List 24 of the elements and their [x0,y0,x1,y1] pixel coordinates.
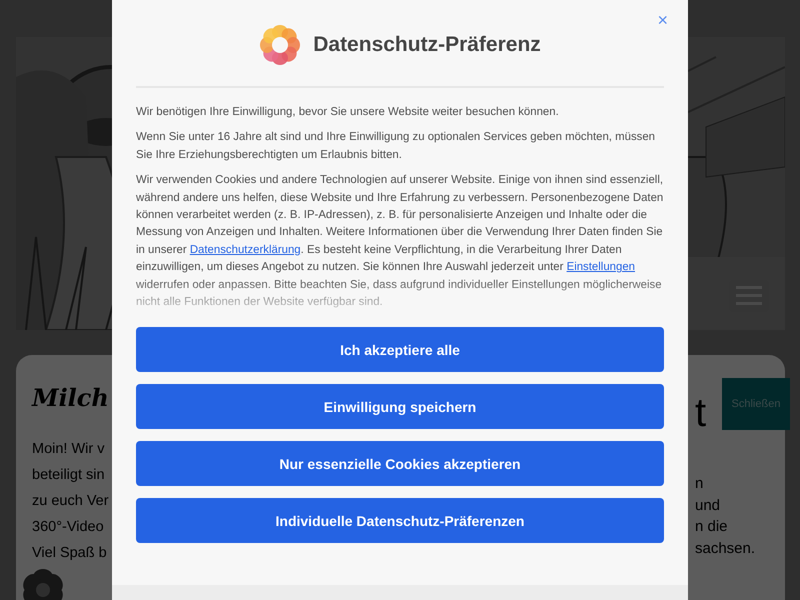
privacy-settings-icon[interactable] [20,566,66,600]
page-heading: Milch [32,383,109,412]
text-link[interactable]: Datenschutzerklärung [190,244,301,256]
intro-text: zu euch Ver [32,492,110,511]
flower-logo-icon [259,24,302,66]
side-heading: t [695,391,706,435]
side-text: und [695,496,722,516]
dialog-title: Datenschutz-Präferenz [313,33,541,57]
consent-button[interactable]: Individuelle Datenschutz-Präferenzen [136,498,664,544]
side-text: sachsen. [695,538,756,558]
consent-text: Wir verwenden Cookies und andere Technologien auf unserer Website. Einige von ihnen sind essenziell, während andere uns helfen, diese Website und Ihre Erfahrung zu verbessern. Personenbezogene Daten können verarbeitet werden (z. B. IP-Adressen), z. B. für personalisierte Anzeigen und Inhalte oder die Messung von Anzeigen und Inhalten. Weitere Informationen über die Verwendung Ihrer Daten finden Sie in unserer Datenschutzerklärung. Es besteht keine Verpflichtung, in die Verarbeitung Ihrer Daten einzuwilligen, um dieses Angebot zu nutzen. Sie können Ihre Auswahl jederzeit unter Einstellungen widerrufen oder anpassen. Bitte beachten Sie, dass aufgrund individueller Einstellungen möglicherweise nicht alle Funktionen der Website verfügbar sind. [136,173,664,310]
consent-button[interactable]: Ich akzeptiere alle [136,327,664,372]
intro-text: 360°-Video [32,518,105,537]
text-link[interactable]: Einstellungen [566,261,635,274]
intro-text: Viel Spaß b [32,544,108,563]
consent-text: Wenn Sie unter 16 Jahre alt sind und Ihre Einwilligung zu optionalen Services geben möchten, müssen Sie Ihre Erziehungsberechtigten um Erlaubnis bitten. [136,130,656,163]
consent-text: Wir benötigen Ihre Einwilligung, bevor Sie unsere Website weiter besuchen können. [136,105,560,120]
intro-text: beteiligt sin [32,466,106,485]
consent-button[interactable]: Nur essenzielle Cookies akzeptieren [136,441,664,486]
side-text: n die [695,517,729,537]
side-text: n [695,474,704,494]
intro-text: Moin! Wir v [32,440,106,459]
close-button[interactable]: × [653,8,672,33]
consent-button[interactable]: Einwilligung speichern [136,384,664,430]
